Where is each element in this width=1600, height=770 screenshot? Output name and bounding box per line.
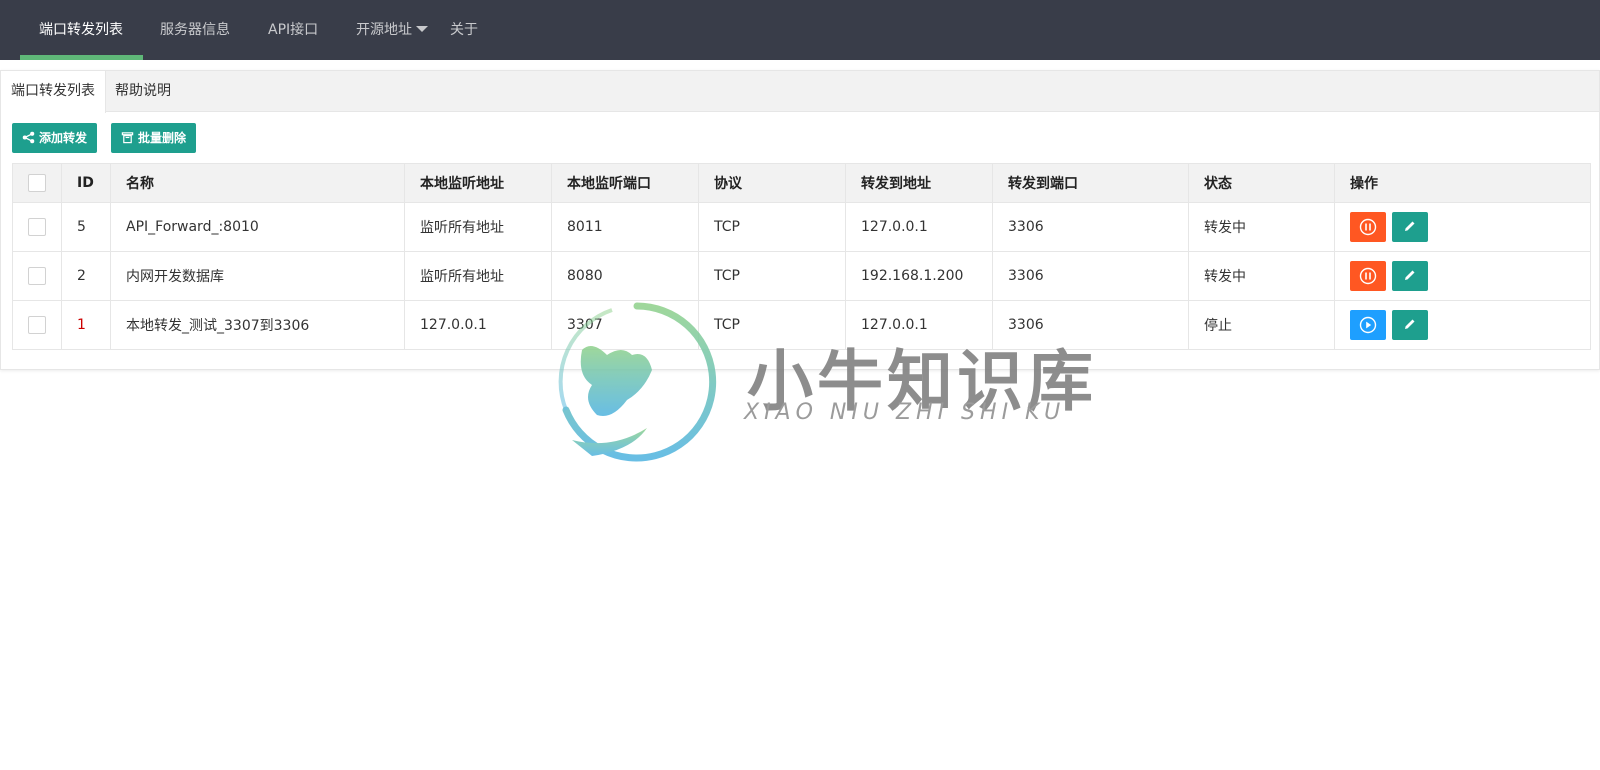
batch-delete-button[interactable]: 批量删除 (111, 123, 197, 153)
cell-name: 内网开发数据库 (110, 251, 405, 301)
cell-listen-port: 8080 (551, 251, 699, 301)
cell-listen-port: 8011 (551, 202, 699, 252)
row-select-cell (12, 251, 62, 301)
row-select-cell (12, 202, 62, 252)
forward-table: ID 名称 本地监听地址 本地监听端口 协议 转发到地址 转发到端口 状态 操作… (12, 163, 1591, 350)
row-checkbox[interactable] (28, 218, 46, 236)
caret-down-icon (416, 26, 428, 32)
header-status: 状态 (1188, 163, 1335, 203)
table-row: 2 内网开发数据库 监听所有地址 8080 TCP 192.168.1.200 … (12, 251, 1591, 301)
pencil-icon (1405, 221, 1415, 231)
nav-item-api[interactable]: API接口 (268, 0, 318, 60)
tab-bar: 端口转发列表 帮助说明 (1, 71, 1599, 113)
header-name: 名称 (110, 163, 405, 203)
edit-button[interactable] (1392, 261, 1428, 291)
watermark-en: XIAO NIU ZHI SHI KU (744, 400, 1066, 425)
cell-protocol: TCP (698, 251, 846, 301)
cell-status: 转发中 (1188, 202, 1335, 252)
cell-listen-port: 3307 (551, 300, 699, 350)
cell-actions (1334, 202, 1591, 252)
edit-button[interactable] (1392, 310, 1428, 340)
row-checkbox[interactable] (28, 267, 46, 285)
pause-icon (1359, 218, 1377, 236)
top-nav: 端口转发列表 服务器信息 API接口 开源地址 关于 (0, 0, 1600, 60)
cell-status: 转发中 (1188, 251, 1335, 301)
content-card: 端口转发列表 帮助说明 添加转发 批量删除 ID 名称 本地监听地址 本地监听端… (0, 70, 1600, 370)
cell-listen-addr: 监听所有地址 (404, 202, 552, 252)
nav-item-server-info[interactable]: 服务器信息 (160, 0, 230, 60)
header-id: ID (61, 163, 111, 203)
cell-name: API_Forward_:8010 (110, 202, 405, 252)
pause-button[interactable] (1350, 212, 1386, 242)
cell-name: 本地转发_测试_3307到3306 (110, 300, 405, 350)
pencil-icon (1405, 270, 1415, 280)
table-row: 5 API_Forward_:8010 监听所有地址 8011 TCP 127.… (12, 202, 1591, 252)
nav-item-port-forward-list[interactable]: 端口转发列表 (39, 0, 123, 60)
row-select-cell (12, 300, 62, 350)
edit-button[interactable] (1392, 212, 1428, 242)
header-target-port: 转发到端口 (992, 163, 1189, 203)
cell-status: 停止 (1188, 300, 1335, 350)
cell-protocol: TCP (698, 300, 846, 350)
cell-actions (1334, 300, 1591, 350)
nav-item-about[interactable]: 关于 (450, 0, 478, 60)
pencil-icon (1405, 319, 1415, 329)
start-button[interactable] (1350, 310, 1386, 340)
cell-actions (1334, 251, 1591, 301)
cell-target-port: 3306 (992, 300, 1189, 350)
tab-port-forward-list[interactable]: 端口转发列表 (1, 71, 106, 113)
header-listen-port: 本地监听端口 (551, 163, 699, 203)
batch-delete-label: 批量删除 (138, 131, 187, 145)
select-all-checkbox[interactable] (28, 174, 46, 192)
cell-target-port: 3306 (992, 202, 1189, 252)
table-row: 1 本地转发_测试_3307到3306 127.0.0.1 3307 TCP 1… (12, 300, 1591, 350)
nav-active-indicator (20, 55, 143, 60)
cell-listen-addr: 127.0.0.1 (404, 300, 552, 350)
trash-icon (121, 132, 134, 144)
add-forward-button[interactable]: 添加转发 (12, 123, 98, 153)
pause-icon (1359, 267, 1377, 285)
nav-item-open-source-label: 开源地址 (356, 22, 412, 38)
add-forward-label: 添加转发 (39, 131, 88, 145)
cell-target-addr: 127.0.0.1 (845, 300, 993, 350)
header-target-addr: 转发到地址 (845, 163, 993, 203)
share-icon (22, 131, 35, 144)
play-icon (1359, 316, 1377, 334)
cell-target-addr: 192.168.1.200 (845, 251, 993, 301)
header-listen-addr: 本地监听地址 (404, 163, 552, 203)
cell-id: 1 (61, 300, 111, 350)
header-select-all (12, 163, 62, 203)
cell-target-addr: 127.0.0.1 (845, 202, 993, 252)
nav-item-open-source[interactable]: 开源地址 (356, 0, 428, 60)
header-actions: 操作 (1334, 163, 1591, 203)
row-checkbox[interactable] (28, 316, 46, 334)
cell-protocol: TCP (698, 202, 846, 252)
table-header-row: ID 名称 本地监听地址 本地监听端口 协议 转发到地址 转发到端口 状态 操作 (12, 163, 1591, 203)
cell-listen-addr: 监听所有地址 (404, 251, 552, 301)
cell-target-port: 3306 (992, 251, 1189, 301)
header-protocol: 协议 (698, 163, 846, 203)
cell-id: 2 (61, 251, 111, 301)
tab-help[interactable]: 帮助说明 (105, 71, 181, 112)
pause-button[interactable] (1350, 261, 1386, 291)
cell-id: 5 (61, 202, 111, 252)
